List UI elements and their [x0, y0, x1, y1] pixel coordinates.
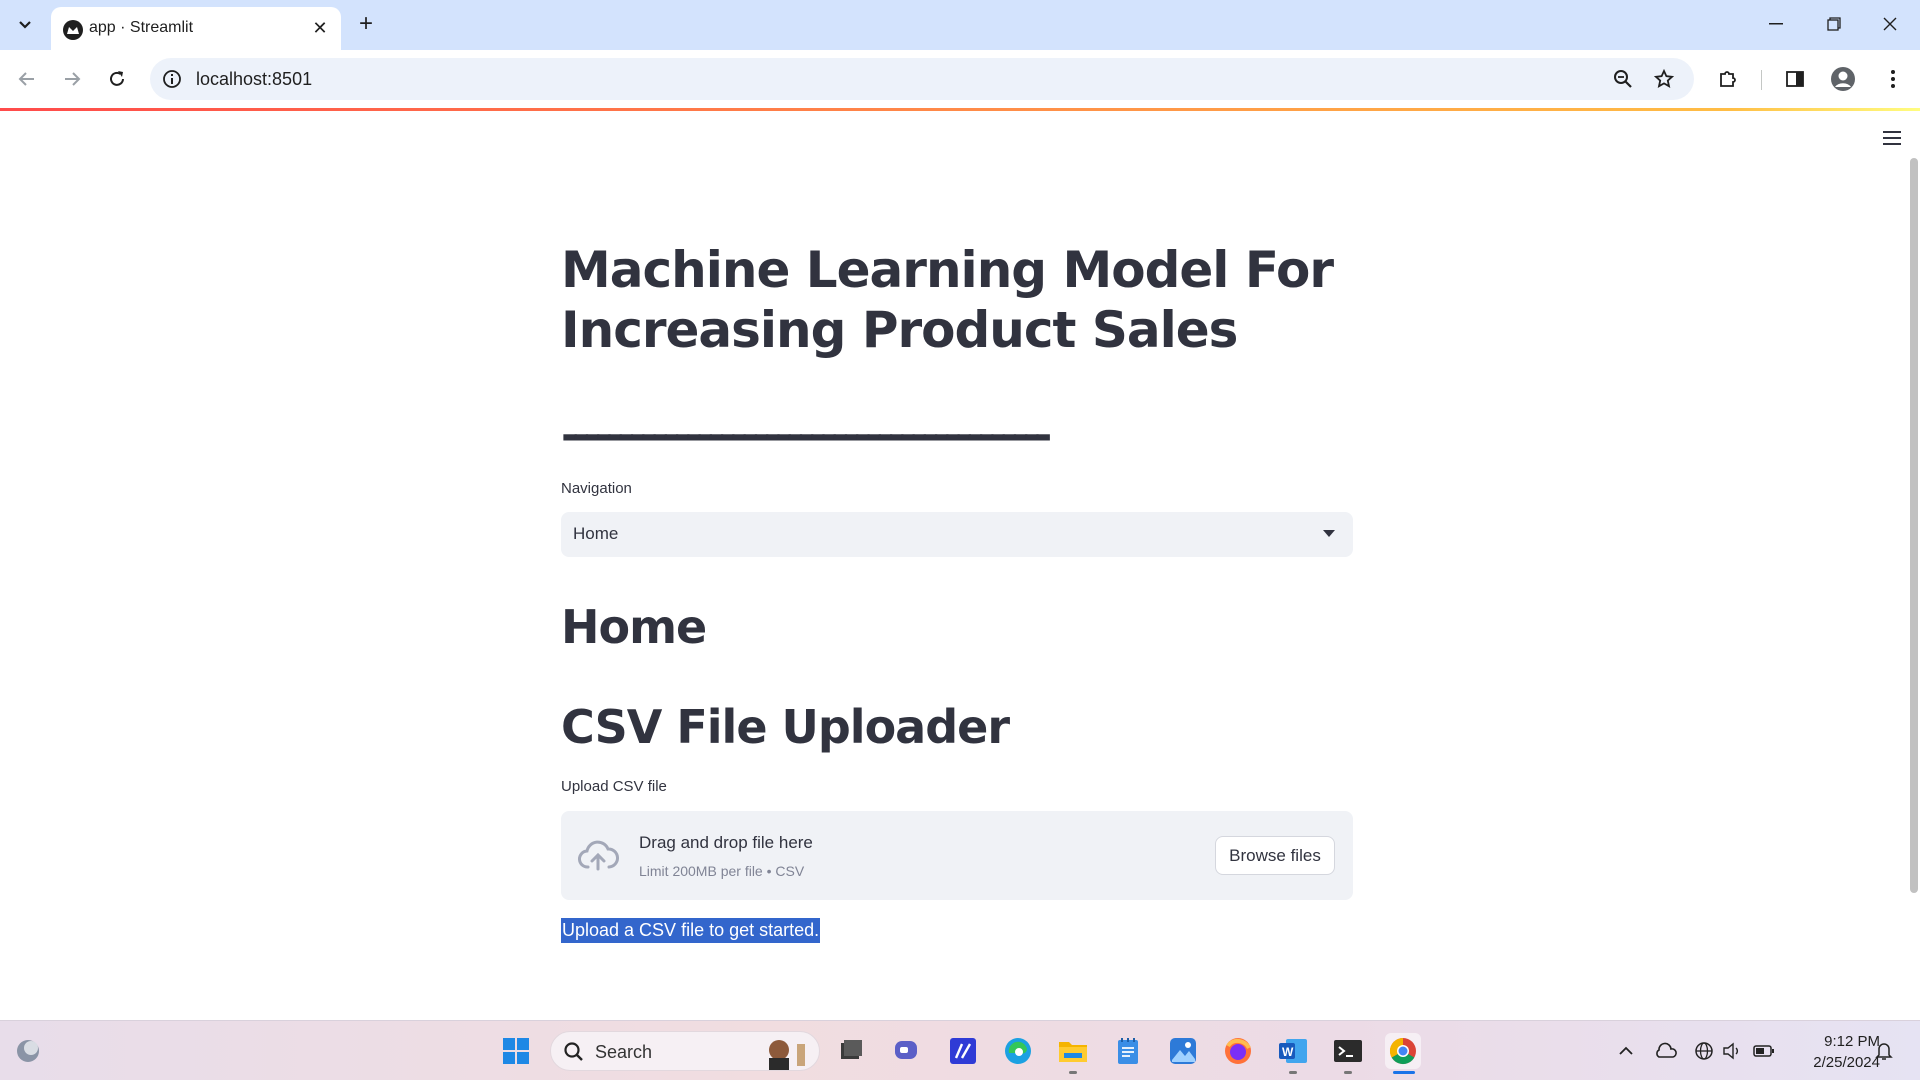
- dropzone-instructions: Drag and drop file here: [639, 833, 813, 852]
- page-title: Machine Learning Model For Increasing Pr…: [561, 241, 1334, 359]
- speaker-volume-icon[interactable]: [1720, 1039, 1744, 1063]
- restore-button[interactable]: [1820, 12, 1848, 36]
- edge-browser-icon[interactable]: [1000, 1033, 1036, 1069]
- browser-tab[interactable]: app · Streamlit ✕: [51, 7, 341, 50]
- taskbar-clock[interactable]: 9:12 PM 2/25/2024: [1788, 1031, 1880, 1073]
- browser-toolbar: localhost:8501: [0, 50, 1920, 108]
- browser-menu-icon[interactable]: [1879, 65, 1907, 93]
- tab-search-button[interactable]: [10, 10, 40, 40]
- profile-avatar-icon[interactable]: [1829, 65, 1857, 93]
- clock-time: 9:12 PM: [1824, 1033, 1880, 1050]
- terminal-icon[interactable]: [1330, 1033, 1366, 1069]
- streamlit-favicon-icon: [63, 20, 83, 40]
- dropzone-limit-text: Limit 200MB per file • CSV: [639, 863, 805, 879]
- onedrive-cloud-icon[interactable]: [1654, 1039, 1678, 1063]
- search-highlight-image-icon: [769, 1040, 805, 1070]
- taskbar-search-placeholder: Search: [595, 1042, 653, 1062]
- chevron-up-icon[interactable]: [1614, 1039, 1638, 1063]
- navigation-selected-value: Home: [573, 524, 619, 543]
- toolbar-divider: [1761, 70, 1762, 90]
- zoom-icon[interactable]: [1612, 68, 1634, 90]
- arrow-right-icon: [65, 72, 81, 86]
- info-message: Upload a CSV file to get started.: [561, 918, 821, 943]
- chrome-active-indicator: [1393, 1071, 1415, 1074]
- svg-text:W: W: [1282, 1045, 1294, 1059]
- teams-chat-icon[interactable]: [889, 1033, 925, 1069]
- notification-bell-icon[interactable]: [1872, 1039, 1896, 1063]
- start-button-windows-icon[interactable]: [498, 1033, 534, 1069]
- hamburger-menu-icon[interactable]: [1880, 126, 1904, 150]
- task-view-icon[interactable]: [833, 1033, 869, 1069]
- search-icon: [564, 1042, 583, 1061]
- battery-icon[interactable]: [1752, 1039, 1776, 1063]
- word-running-indicator: [1289, 1071, 1297, 1074]
- file-explorer-icon[interactable]: [1055, 1033, 1091, 1069]
- back-button[interactable]: [12, 64, 42, 94]
- arrow-left-icon: [18, 72, 34, 86]
- vscode-like-app-icon[interactable]: [945, 1033, 981, 1069]
- title-divider: ----------------------------------------…: [561, 410, 1052, 461]
- firefox-icon[interactable]: [1220, 1033, 1256, 1069]
- cloud-upload-icon: [578, 840, 619, 871]
- notepad-icon[interactable]: [1110, 1033, 1146, 1069]
- home-heading: Home: [561, 600, 707, 654]
- close-window-button[interactable]: [1876, 12, 1904, 36]
- reload-button[interactable]: [102, 64, 132, 94]
- network-globe-icon[interactable]: [1692, 1039, 1716, 1063]
- browser-tab-bar: app · Streamlit ✕ +: [0, 0, 1920, 50]
- photos-icon[interactable]: [1165, 1033, 1201, 1069]
- taskbar-search[interactable]: Search: [550, 1031, 820, 1071]
- csv-uploader-heading: CSV File Uploader: [561, 700, 1010, 754]
- chrome-icon[interactable]: [1385, 1033, 1421, 1069]
- bookmark-star-icon[interactable]: [1653, 68, 1675, 90]
- close-tab-icon[interactable]: ✕: [309, 17, 331, 39]
- caret-down-icon: [1323, 530, 1335, 537]
- explorer-running-indicator: [1069, 1071, 1077, 1074]
- navigation-select[interactable]: Home: [561, 512, 1353, 557]
- extensions-icon[interactable]: [1714, 65, 1742, 93]
- tab-title: app · Streamlit: [89, 19, 194, 36]
- chevron-down-icon: [19, 21, 31, 29]
- navigation-label: Navigation: [561, 480, 632, 497]
- address-bar[interactable]: localhost:8501: [150, 58, 1694, 100]
- reload-icon: [110, 71, 124, 86]
- site-info-icon[interactable]: [162, 69, 182, 89]
- word-icon[interactable]: W: [1275, 1033, 1311, 1069]
- url-text: localhost:8501: [196, 69, 313, 89]
- clock-date: 2/25/2024: [1813, 1054, 1880, 1071]
- windows-taskbar: Search W 9:12 PM 2/25/2024: [0, 1020, 1920, 1080]
- streamlit-decoration-bar: [0, 108, 1920, 111]
- forward-button[interactable]: [57, 64, 87, 94]
- file-dropzone[interactable]: Drag and drop file here Limit 200MB per …: [561, 811, 1353, 900]
- minimize-button[interactable]: [1762, 12, 1790, 36]
- weather-widget-icon[interactable]: [10, 1033, 46, 1069]
- terminal-running-indicator: [1344, 1071, 1352, 1074]
- browse-files-button[interactable]: Browse files: [1215, 836, 1335, 875]
- page-scrollbar[interactable]: [1910, 158, 1918, 893]
- upload-label: Upload CSV file: [561, 778, 667, 795]
- side-panel-icon[interactable]: [1781, 65, 1809, 93]
- new-tab-button[interactable]: +: [352, 10, 380, 38]
